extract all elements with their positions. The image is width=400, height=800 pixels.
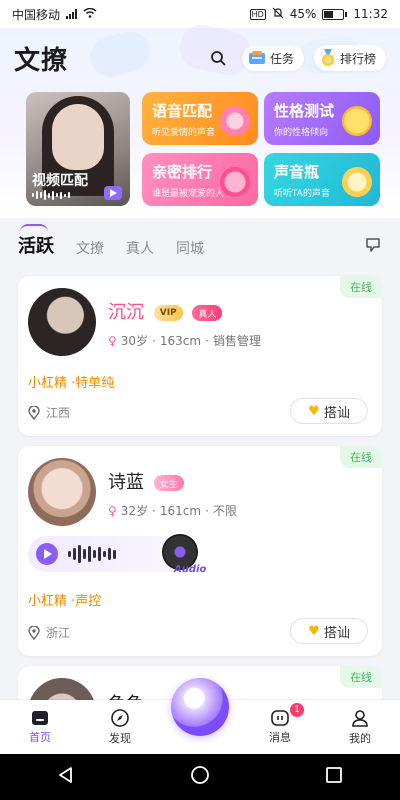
user-info: ♀ 32岁 · 161cm · 不限 — [108, 503, 237, 519]
filter-icon[interactable] — [364, 236, 382, 258]
voice-match-card[interactable]: 语音匹配 听见爱情的声音 — [142, 92, 258, 145]
nav-label: 我的 — [349, 732, 371, 745]
signal-icon — [66, 9, 78, 19]
top-bar: 文撩 任务 排行榜 — [0, 36, 400, 80]
avatar[interactable] — [28, 288, 96, 356]
online-badge: 在线 — [340, 446, 382, 468]
play-icon[interactable] — [36, 543, 58, 565]
hd-icon: HD — [249, 8, 266, 20]
nav-home[interactable]: 首页 — [10, 709, 70, 745]
tasks-label: 任务 — [269, 51, 294, 66]
user-name-row: 诗蓝 女生 — [108, 468, 184, 494]
medal-icon — [321, 49, 334, 66]
notification-badge: 1 — [290, 703, 304, 717]
message-icon — [271, 710, 289, 726]
play-icon[interactable] — [104, 186, 122, 200]
height: 163cm — [159, 333, 202, 348]
avatar[interactable] — [28, 458, 96, 526]
video-match-label: 视频匹配 — [32, 173, 88, 189]
emoji-icon — [342, 106, 372, 136]
user-card[interactable]: 在线 沉沉 VIP 真人 ♀ 30岁 · 163cm · 销售管理 小杠精 ·特… — [18, 276, 382, 436]
audio-wave-icon — [68, 544, 116, 564]
center-match-button[interactable] — [171, 678, 229, 736]
personality-test-card[interactable]: 性格测试 你的性格倾向 — [264, 92, 380, 145]
nav-profile[interactable]: 我的 — [330, 708, 390, 746]
tab-same-city[interactable]: 同城 — [176, 238, 204, 258]
greet-label: 搭讪 — [323, 625, 350, 641]
audio-wave-icon — [32, 190, 102, 200]
real-person-badge: 真人 — [192, 305, 223, 321]
location-label: 浙江 — [46, 626, 71, 640]
location-pin-icon — [28, 625, 40, 640]
mute-icon — [272, 7, 284, 22]
home-icon — [32, 711, 48, 725]
hearts-icon: ♥ — [308, 623, 320, 639]
job: 不限 — [212, 504, 237, 518]
video-match-card[interactable]: 视频匹配 — [26, 92, 130, 206]
back-button[interactable] — [57, 766, 75, 788]
location-pin-icon — [28, 405, 40, 420]
female-icon: ♀ — [108, 503, 117, 518]
task-icon — [248, 51, 265, 64]
audio-label: Audio — [174, 564, 207, 575]
nav-messages[interactable]: 1 消息 — [250, 703, 310, 745]
compass-icon — [111, 709, 129, 727]
clock: 11:32 — [353, 7, 388, 21]
greet-button[interactable]: ♥ 搭讪 — [290, 618, 368, 644]
microphone-icon — [220, 106, 250, 136]
age: 30岁 — [120, 334, 149, 348]
online-badge: 在线 — [340, 276, 382, 298]
user-name: 诗蓝 — [108, 472, 144, 493]
recents-button[interactable] — [325, 766, 343, 788]
tagline: 小杠精 ·声控 — [28, 594, 102, 609]
user-info: ♀ 30岁 · 163cm · 销售管理 — [108, 333, 261, 349]
greet-button[interactable]: ♥ 搭讪 — [290, 398, 368, 424]
greet-label: 搭讪 — [323, 405, 350, 421]
nav-label: 发现 — [109, 732, 131, 745]
recents-square-icon — [325, 767, 342, 783]
online-badge: 在线 — [340, 666, 382, 688]
location: 浙江 — [28, 624, 70, 641]
home-circle-icon — [191, 766, 209, 784]
female-icon: ♀ — [108, 333, 117, 348]
vip-badge: VIP — [153, 305, 183, 321]
nav-label: 消息 — [269, 731, 291, 744]
tasks-button[interactable]: 任务 — [241, 45, 304, 71]
heart-icon — [220, 167, 250, 197]
tagline: 小杠精 ·特单纯 — [28, 376, 115, 391]
system-nav-bar — [0, 754, 400, 800]
location-label: 江西 — [46, 406, 71, 420]
tab-active[interactable]: 活跃 — [18, 224, 54, 258]
age: 32岁 — [120, 504, 149, 518]
rank-label: 排行榜 — [339, 51, 376, 66]
voice-bottle-card[interactable]: 声音瓶 听听TA的声音 — [264, 153, 380, 206]
gender-badge: 女生 — [153, 475, 184, 491]
home-system-button[interactable] — [190, 765, 210, 789]
tab-real-person[interactable]: 真人 — [126, 238, 154, 258]
rank-button[interactable]: 排行榜 — [313, 45, 386, 71]
hearts-icon: ♥ — [308, 403, 320, 419]
back-triangle-icon — [59, 767, 73, 783]
user-name-row: 沉沉 VIP 真人 — [108, 298, 223, 324]
location: 江西 — [28, 404, 70, 421]
portrait-image — [52, 104, 104, 170]
user-card[interactable]: 在线 诗蓝 女生 ♀ 32岁 · 161cm · 不限 Audio 小杠精 ·声… — [18, 446, 382, 656]
nav-discover[interactable]: 发现 — [90, 708, 150, 746]
bottle-icon — [342, 167, 372, 197]
nav-label: 首页 — [29, 731, 51, 744]
battery-percent: 45% — [289, 7, 317, 21]
profile-icon — [352, 710, 368, 727]
search-icon — [211, 51, 226, 66]
intimacy-rank-card[interactable]: 亲密排行 谁是最被宠爱的人 — [142, 153, 258, 206]
user-name: 沉沉 — [108, 302, 144, 323]
job: 销售管理 — [212, 334, 261, 348]
tab-wenliao[interactable]: 文撩 — [76, 238, 104, 258]
search-button[interactable] — [204, 44, 232, 72]
battery-icon — [322, 8, 348, 20]
wifi-icon — [83, 7, 97, 21]
category-tabs: 活跃 文撩 真人 同城 — [18, 224, 382, 258]
carrier-label: 中国移动 — [12, 7, 61, 22]
app-title: 文撩 — [14, 45, 69, 76]
height: 161cm — [159, 503, 202, 518]
